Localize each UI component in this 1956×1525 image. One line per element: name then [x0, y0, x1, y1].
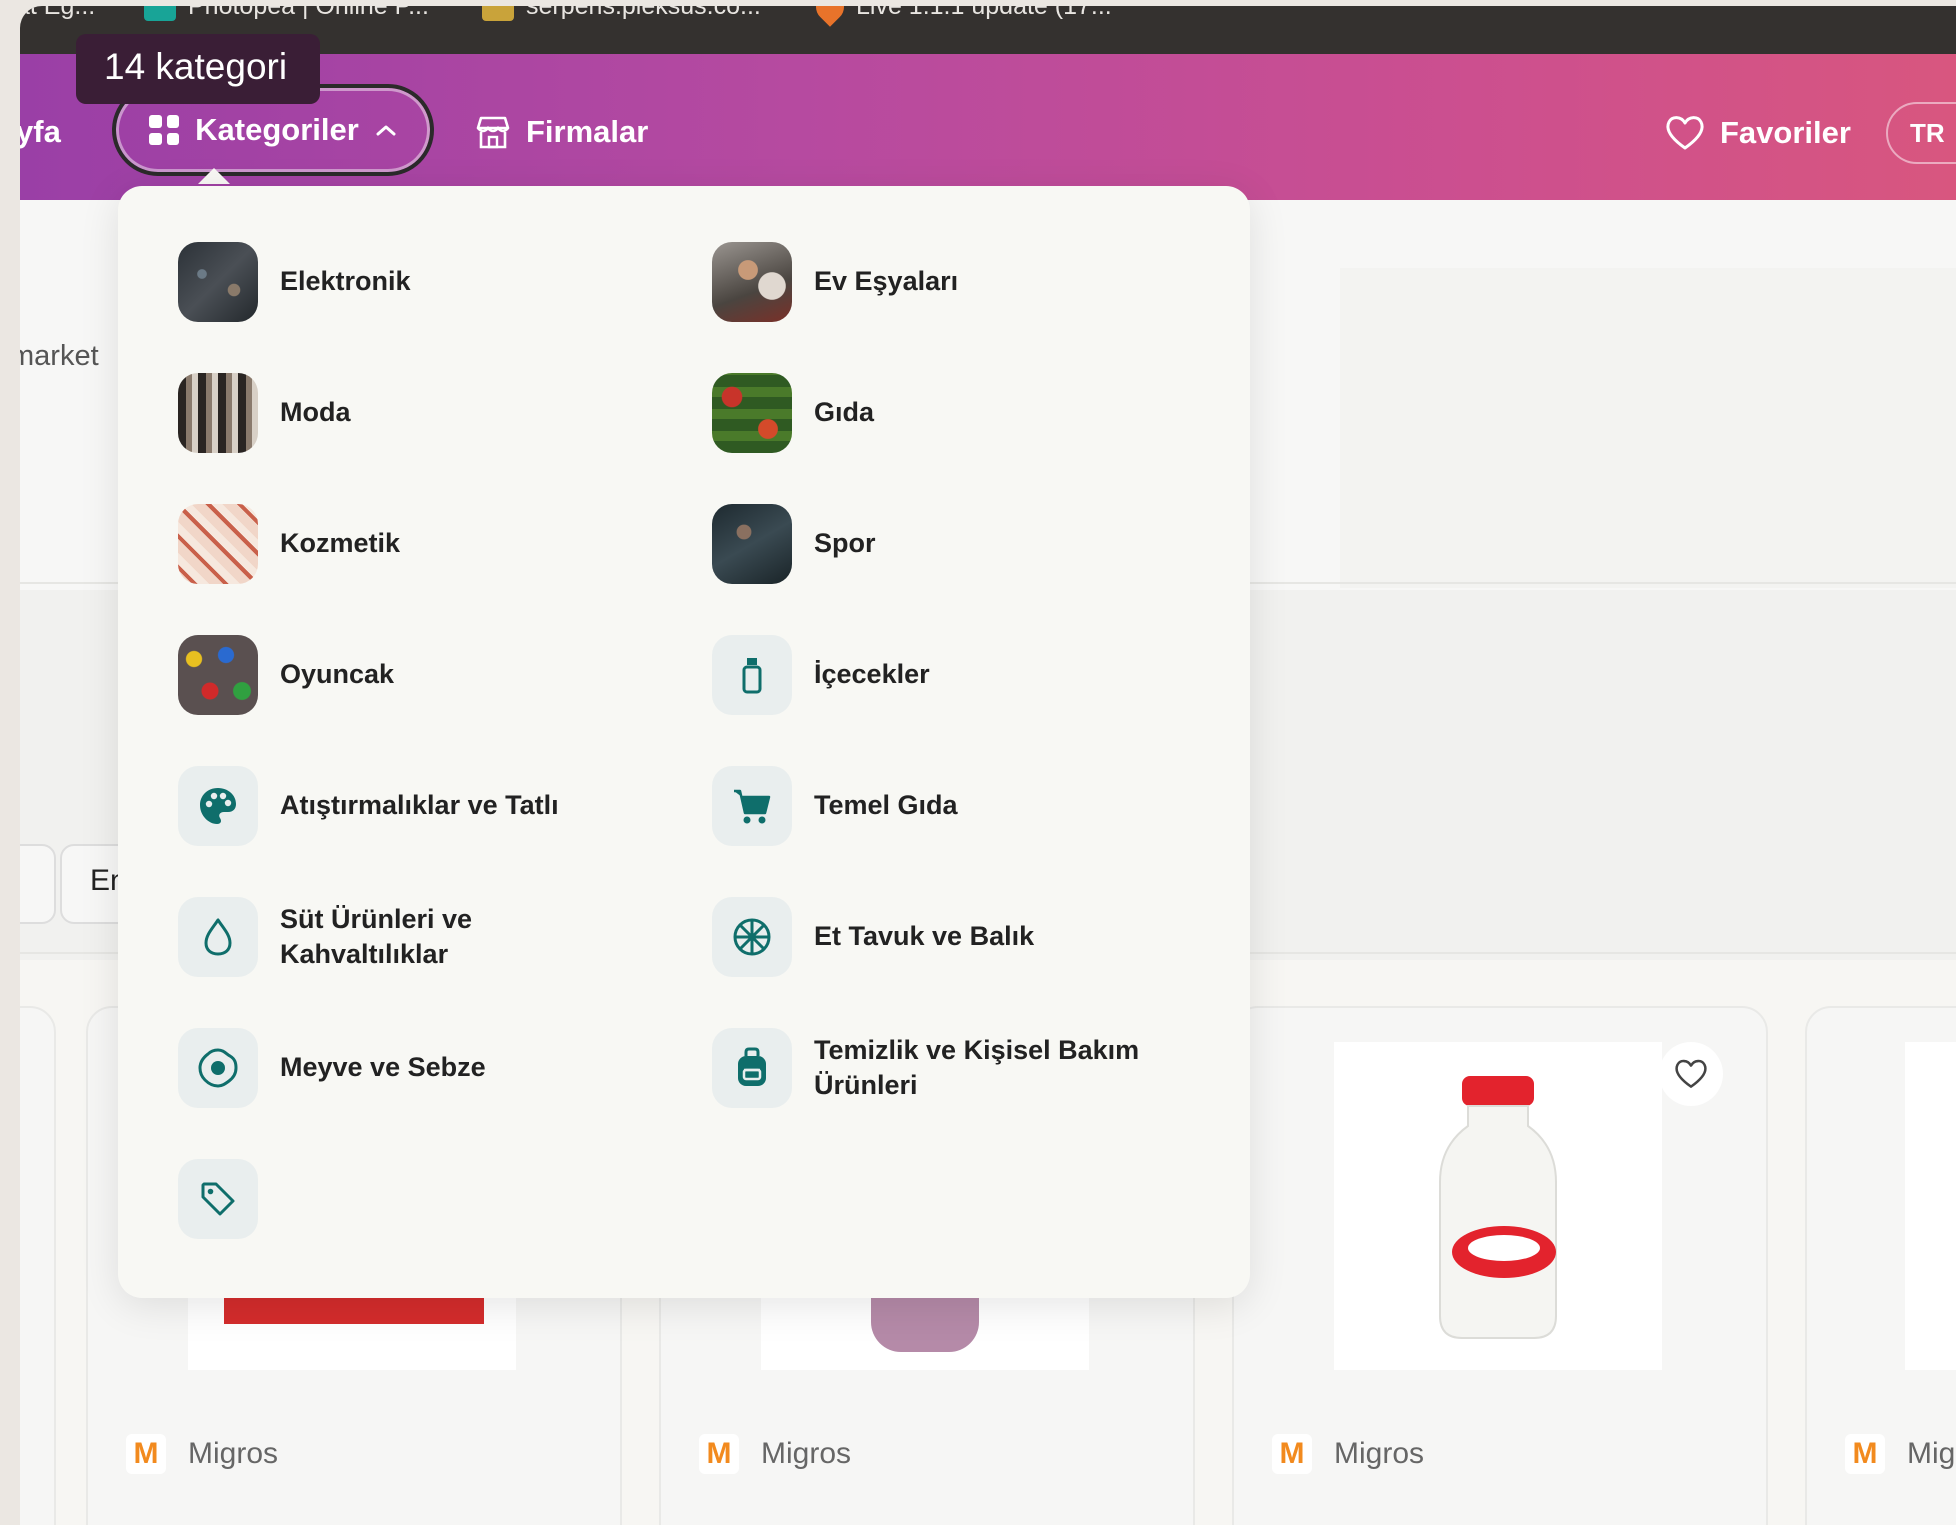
category-food[interactable]: Gıda: [712, 373, 874, 453]
category-label: Moda: [280, 397, 351, 428]
category-staples[interactable]: Temel Gıda: [712, 766, 958, 846]
bookmark-label: Photopea | Online P...: [188, 6, 429, 20]
category-label: Temizlik ve Kişisel Bakım Ürünleri: [814, 1034, 1140, 1100]
category-cosmetics[interactable]: Kozmetik: [178, 504, 400, 584]
target-icon: [178, 1028, 258, 1108]
migros-logo-icon: M: [1272, 1434, 1312, 1474]
nav-home-link[interactable]: yfa: [20, 114, 61, 150]
category-label: Elektronik: [280, 266, 411, 297]
bookmark-label: at Eg...: [20, 6, 96, 20]
electronics-photo-icon: [178, 242, 258, 322]
store-info: M Migros: [1272, 1434, 1424, 1474]
heart-outline-icon: [1675, 1059, 1707, 1088]
bottle-icon: [712, 635, 792, 715]
milk-bottle-image: [1439, 1076, 1557, 1339]
store-name: Migros: [1334, 1437, 1425, 1470]
fashion-photo-icon: [178, 373, 258, 453]
categories-dropdown: Elektronik Ev Eşyaları Moda Gıda Kozmeti…: [118, 186, 1250, 1298]
language-selector[interactable]: TR: [1886, 102, 1956, 164]
pma-icon: [482, 6, 514, 21]
migros-logo-icon: M: [126, 1434, 166, 1474]
category-toys[interactable]: Oyuncak: [178, 635, 394, 715]
category-electronics[interactable]: Elektronik: [178, 242, 411, 322]
category-label: Ev Eşyaları: [814, 266, 959, 297]
category-beverages[interactable]: İçecekler: [712, 635, 930, 715]
companies-label: Firmalar: [526, 114, 649, 149]
product-card[interactable]: M Migros: [1232, 1006, 1768, 1525]
store-info: M Migros: [126, 1434, 278, 1474]
nav-companies-link[interactable]: Firmalar: [474, 114, 648, 150]
photopea-icon: [144, 6, 176, 21]
category-meat[interactable]: Et Tavuk ve Balık: [712, 897, 1034, 977]
sport-photo-icon: [712, 504, 792, 584]
language-label: TR: [1910, 118, 1945, 148]
category-tag[interactable]: [178, 1159, 280, 1239]
category-cleaning[interactable]: Temizlik ve Kişisel Bakım Ürünleri: [712, 1028, 1152, 1108]
store-name: Migros: [1907, 1437, 1956, 1470]
store-icon: [476, 116, 510, 149]
chevron-up-icon: [376, 125, 396, 136]
category-home-goods[interactable]: Ev Eşyaları: [712, 242, 958, 322]
categories-label: Kategoriler: [195, 112, 359, 147]
heart-bookmark-icon: [810, 6, 850, 27]
filter-chip[interactable]: [20, 844, 56, 924]
category-label: Meyve ve Sebze: [280, 1052, 486, 1083]
browser-window: at Eg... Photopea | Online P... serpens.…: [20, 6, 1956, 1525]
migros-logo-icon: M: [1845, 1434, 1885, 1474]
category-label: Oyuncak: [280, 659, 395, 690]
category-label: Spor: [814, 528, 876, 559]
favorite-button[interactable]: [1659, 1042, 1723, 1106]
drop-icon: [178, 897, 258, 977]
bookmark-item[interactable]: Photopea | Online P...: [144, 6, 429, 21]
bookmark-label: serpens.pleksus.co...: [526, 6, 761, 20]
food-photo-icon: [712, 373, 792, 453]
category-label: Atıştırmalıklar ve Tatlı: [280, 790, 559, 821]
product-image: [1905, 1042, 1956, 1370]
store-info: M Migros: [1845, 1434, 1956, 1474]
tag-icon: [178, 1159, 258, 1239]
category-dairy[interactable]: Süt Ürünleri ve Kahvaltılıklar: [178, 897, 578, 977]
product-card[interactable]: [20, 1006, 56, 1525]
category-label: İçecekler: [814, 659, 930, 690]
palette-icon: [178, 766, 258, 846]
toys-photo-icon: [178, 635, 258, 715]
nav-home-label: yfa: [20, 114, 61, 149]
backpack-icon: [712, 1028, 792, 1108]
category-fashion[interactable]: Moda: [178, 373, 351, 453]
migros-logo-icon: M: [699, 1434, 739, 1474]
store-info: M Migros: [699, 1434, 851, 1474]
home-goods-photo-icon: [712, 242, 792, 322]
bookmark-label: Live 1.1.1 update (17...: [856, 6, 1112, 20]
category-label: Gıda: [814, 397, 875, 428]
category-fruit-veg[interactable]: Meyve ve Sebze: [178, 1028, 486, 1108]
category-label: Kozmetik: [280, 528, 401, 559]
category-label: Süt Ürünleri ve Kahvaltılıklar: [280, 903, 473, 969]
category-label: Et Tavuk ve Balık: [814, 921, 1035, 952]
page-side-panel: [1340, 268, 1956, 588]
cart-icon: [712, 766, 792, 846]
bookmark-item[interactable]: at Eg...: [20, 6, 95, 21]
dropdown-caret: [198, 168, 230, 184]
store-name: Migros: [761, 1437, 852, 1470]
breadcrumb-market[interactable]: market: [20, 340, 99, 373]
bookmark-item[interactable]: serpens.pleksus.co...: [482, 6, 761, 21]
wheel-icon: [712, 897, 792, 977]
store-name: Migros: [188, 1437, 279, 1470]
nav-favorites-link[interactable]: Favoriler: [1664, 114, 1851, 152]
categories-count-tooltip: 14 kategori: [76, 34, 320, 104]
bookmark-item[interactable]: Live 1.1.1 update (17...: [810, 6, 1112, 27]
category-label: Temel Gıda: [814, 790, 958, 821]
favorites-label: Favoriler: [1720, 115, 1851, 150]
category-sport[interactable]: Spor: [712, 504, 876, 584]
cosmetics-photo-icon: [178, 504, 258, 584]
tooltip-text: 14 kategori: [104, 46, 288, 87]
heart-icon: [1666, 116, 1704, 150]
product-image: [1334, 1042, 1662, 1370]
grid-icon: [149, 115, 180, 145]
category-snacks[interactable]: Atıştırmalıklar ve Tatlı: [178, 766, 559, 846]
product-card[interactable]: M Migros: [1805, 1006, 1956, 1525]
